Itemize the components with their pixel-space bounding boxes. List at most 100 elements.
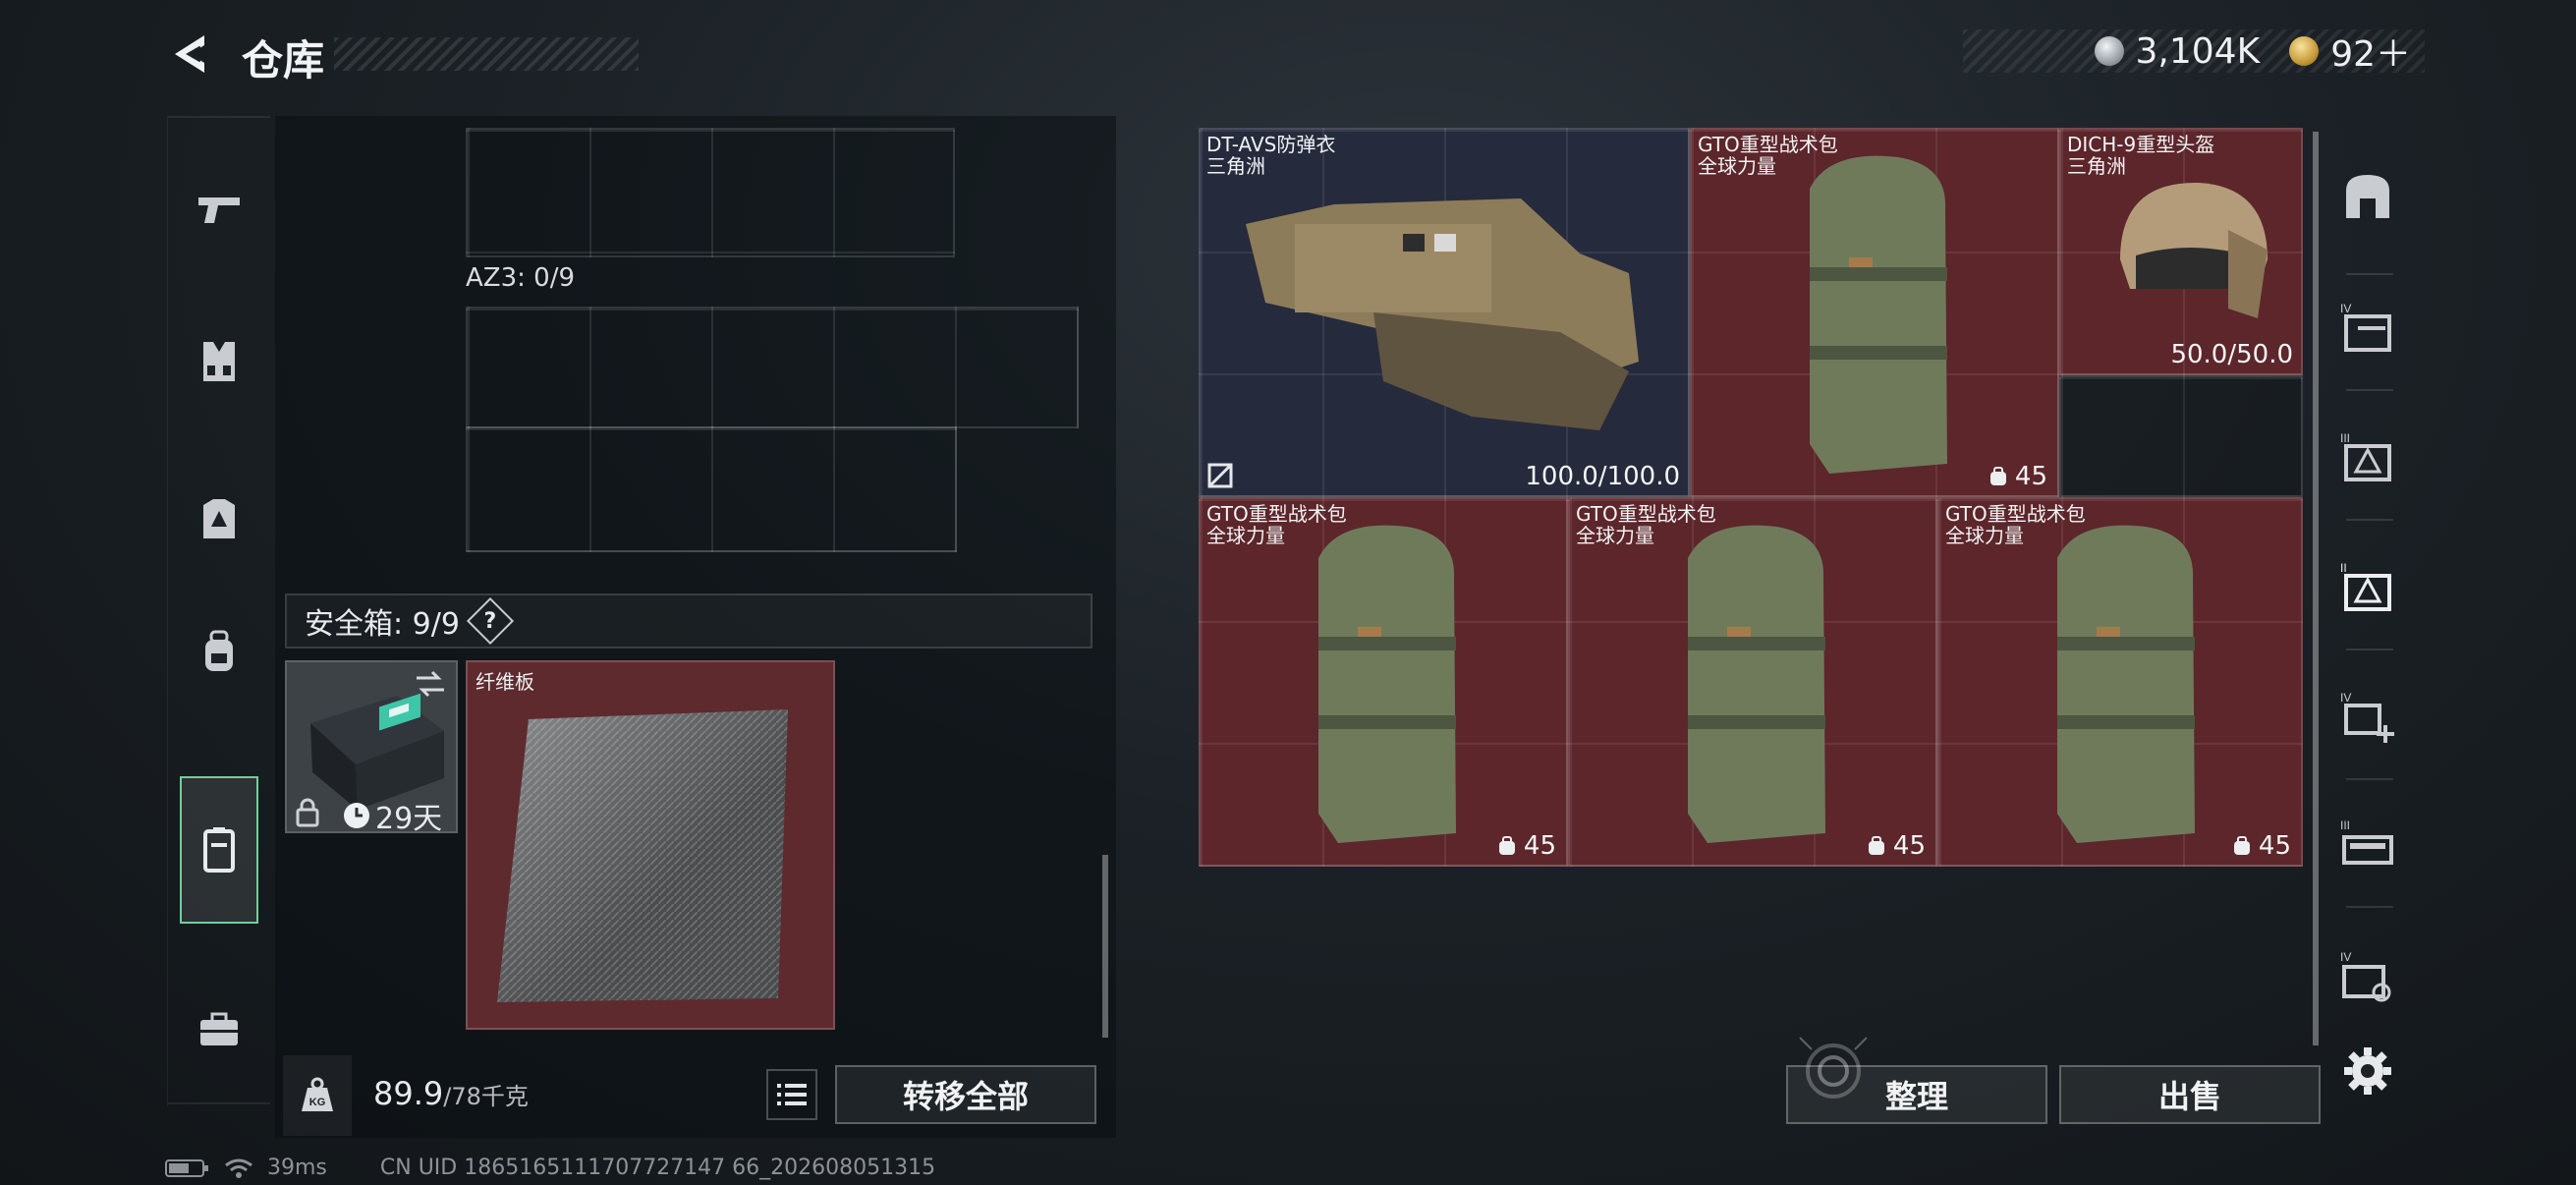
loot-item-backpack[interactable]: GTO重型战术包 全球力量 45	[1937, 497, 2303, 867]
svg-text:IV: IV	[2340, 950, 2351, 964]
storage-grid-top[interactable]	[466, 128, 955, 257]
durability-value: 100.0/100.0	[1525, 462, 1680, 491]
az3-container-label: AZ3: 0/9	[466, 263, 576, 293]
loot-item-helmet[interactable]: DICH-9重型头盔 三角洲 50.0/50.0	[2059, 128, 2303, 375]
capacity-value: 45	[1892, 831, 1926, 861]
svg-text:II: II	[2340, 561, 2347, 575]
lock-icon	[296, 798, 319, 827]
backpack-capacity-icon	[1989, 467, 2006, 485]
swap-icon[interactable]	[413, 670, 448, 698]
silver-currency-value: 3,104K	[2135, 30, 2261, 72]
duration-badge: 29天	[342, 794, 443, 833]
sell-button[interactable]: 出售	[2059, 1065, 2321, 1124]
settings-button[interactable]	[2340, 1044, 2395, 1099]
tier-iv-case-icon: IV	[2340, 302, 2391, 352]
capacity-readout: 45	[2231, 831, 2291, 861]
loot-item-armor-vest[interactable]: DT-AVS防弹衣 三角洲 100.0/100.0	[1199, 128, 1690, 497]
safe-case-item[interactable]: 29天	[285, 660, 458, 833]
tier-iii-case-icon: III	[2340, 431, 2391, 481]
no-insurance-icon	[1207, 463, 1233, 488]
capacity-readout: 45	[1866, 831, 1926, 861]
backpack-capacity-icon	[2233, 836, 2250, 855]
gold-currency-value[interactable]: 92＋	[2330, 26, 2411, 77]
tier-ii-case-icon: II	[2340, 561, 2391, 611]
svg-text:IV: IV	[2340, 302, 2351, 315]
tab-tier-iv-plus[interactable]: IV	[2332, 682, 2403, 753]
weight-kg-icon: KG	[302, 1077, 333, 1111]
transfer-all-button[interactable]: 转移全部	[835, 1065, 1096, 1124]
tab-tier-iii-case[interactable]: III	[2332, 423, 2403, 493]
weight-badge: KG	[283, 1055, 352, 1136]
tab-backpack[interactable]	[180, 578, 258, 725]
back-button[interactable]	[165, 29, 224, 79]
weight-capacity: /78千克	[443, 1083, 529, 1110]
status-bar: 39ms CN UID 1865165111707727147 66_20260…	[165, 1156, 935, 1180]
vest-icon	[203, 342, 235, 381]
tab-weapons[interactable]	[180, 136, 258, 283]
tab-armor[interactable]	[180, 445, 258, 592]
loot-item-backpack[interactable]: GTO重型战术包 全球力量 45	[1690, 128, 2059, 497]
help-button[interactable]: ?	[466, 596, 514, 646]
fiber-board-item[interactable]: 纤维板	[466, 660, 835, 1030]
left-category-rail	[167, 116, 270, 1106]
currency-bar: 3,104K 92＋	[1963, 29, 2425, 75]
backpack-image	[2057, 525, 2195, 843]
tab-tier-iv-case[interactable]: IV	[2332, 293, 2403, 364]
svg-text:KG: KG	[309, 1097, 326, 1108]
fiber-board-image	[497, 709, 788, 1002]
loot-item-backpack[interactable]: GTO重型战术包 全球力量 45	[1199, 497, 1568, 867]
list-view-button[interactable]	[766, 1069, 817, 1120]
durability-value: 50.0/50.0	[2170, 340, 2293, 369]
svg-text:IV: IV	[2340, 691, 2351, 705]
back-arrow-icon	[175, 35, 204, 73]
capacity-value: 45	[2258, 831, 2291, 861]
tab-safe-case[interactable]	[180, 776, 258, 924]
empty-loot-slot[interactable]	[2059, 375, 2303, 497]
gold-coin-icon	[2289, 36, 2320, 66]
tab-tier-iii-box[interactable]: III	[2332, 810, 2403, 880]
clock-icon	[344, 803, 369, 828]
tab-chest-rig[interactable]	[180, 288, 258, 435]
capacity-readout: 45	[1988, 462, 2047, 491]
weight-value: 89.9	[373, 1075, 444, 1112]
page-title: 仓库	[242, 36, 325, 85]
right-container-rail: IV III II IV III IV	[2319, 126, 2417, 1040]
pistol-icon	[198, 198, 240, 223]
storage-scrollbar[interactable]	[1102, 855, 1108, 1038]
gear-icon	[2344, 1047, 2391, 1095]
az3-grid-row1[interactable]	[466, 307, 1079, 428]
tier-iii-box-icon: III	[2340, 818, 2393, 865]
list-icon	[777, 1084, 807, 1105]
silver-coin-icon	[2094, 36, 2124, 66]
duration-text: 29天	[375, 802, 443, 833]
item-name: DT-AVS防弹衣 三角洲	[1206, 133, 1336, 178]
uid-text: CN UID 1865165111707727147 66_2026080513…	[379, 1156, 936, 1180]
tier-iv-gear-icon: IV	[2340, 950, 2391, 1002]
tab-tier-ii-case[interactable]: II	[2332, 552, 2403, 623]
backpack-capacity-icon	[1868, 836, 1884, 855]
ping-value: 39ms	[267, 1156, 327, 1180]
weight-readout: 89.9/78千克	[373, 1075, 529, 1112]
backpack-image	[1810, 155, 1947, 474]
backpack-image	[1688, 525, 1825, 843]
loot-item-backpack[interactable]: GTO重型战术包 全球力量 45	[1568, 497, 1937, 867]
battery-icon	[165, 1158, 208, 1177]
capacity-value: 45	[2014, 462, 2047, 491]
az3-grid-row2[interactable]	[466, 426, 957, 552]
backpack-image	[1318, 525, 1456, 843]
help-icon: ?	[483, 608, 497, 634]
armor-vest-image	[1246, 198, 1639, 430]
safe-box-header: 安全箱: 9/9 ?	[285, 593, 1092, 649]
wifi-icon	[225, 1158, 252, 1178]
safe-case-icon	[203, 827, 235, 873]
shield-icon	[2346, 175, 2389, 218]
safe-box-label: 安全箱: 9/9	[305, 607, 460, 642]
tab-tier-iv-gear[interactable]: IV	[2332, 941, 2403, 1012]
capacity-readout: 45	[1496, 831, 1556, 861]
tab-all-containers[interactable]	[2332, 161, 2403, 232]
backpack-icon	[205, 630, 233, 671]
organize-button[interactable]: 整理	[1786, 1065, 2047, 1124]
tab-toolbox[interactable]	[180, 956, 258, 1103]
capacity-value: 45	[1523, 831, 1556, 861]
armor-plate-icon	[203, 499, 235, 538]
